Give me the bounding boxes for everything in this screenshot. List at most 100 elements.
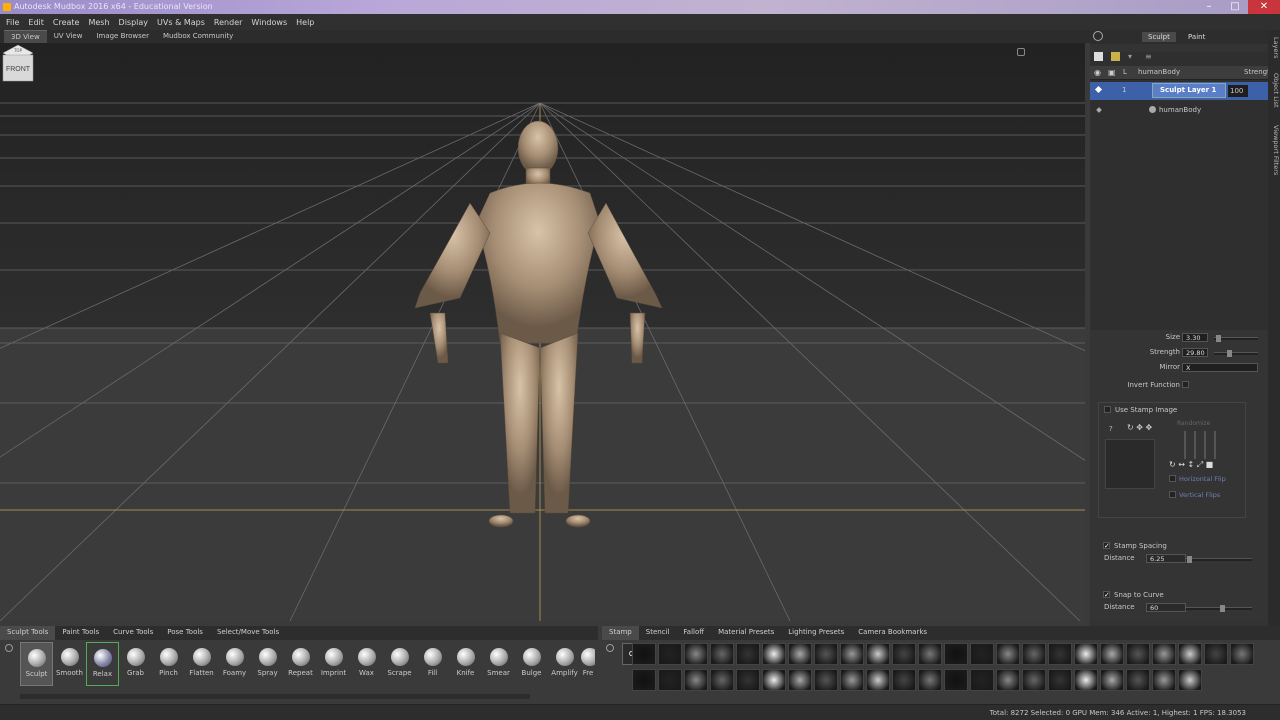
tab-image-browser[interactable]: Image Browser	[89, 30, 156, 43]
tab-uv-view[interactable]: UV View	[47, 30, 90, 43]
tool-smear[interactable]: Smear	[482, 642, 515, 686]
stamp-thumbnail[interactable]	[632, 643, 656, 665]
stamp-thumbnail[interactable]	[892, 643, 916, 665]
view-cube[interactable]: TOP FRONT	[0, 43, 36, 83]
strength-slider[interactable]	[1214, 350, 1258, 357]
tool-imprint[interactable]: Imprint	[317, 642, 350, 686]
folder-icon[interactable]	[1111, 52, 1120, 61]
tab-stencil[interactable]: Stencil	[639, 626, 677, 640]
stamp-thumbnail[interactable]	[710, 643, 734, 665]
tool-sculpt[interactable]: Sculpt	[20, 642, 53, 686]
stamp-thumbnail[interactable]	[684, 643, 708, 665]
stamp-thumbnail[interactable]	[1022, 643, 1046, 665]
tab-pose-tools[interactable]: Pose Tools	[160, 626, 210, 640]
menu-help[interactable]: Help	[296, 18, 314, 27]
menu-windows[interactable]: Windows	[251, 18, 287, 27]
stamp-thumbnail[interactable]	[1178, 669, 1202, 691]
stamp-thumbnail[interactable]	[1100, 643, 1124, 665]
side-tab-layers[interactable]: Layers	[1268, 34, 1280, 62]
layer-options-icon[interactable]: ≡	[1145, 52, 1154, 61]
new-layer-icon[interactable]	[1094, 52, 1103, 61]
minimize-button[interactable]: –	[1196, 0, 1222, 14]
tab-select-move-tools[interactable]: Select/Move Tools	[210, 626, 286, 640]
maximize-button[interactable]: □	[1222, 0, 1248, 14]
tool-amplify[interactable]: Amplify	[548, 642, 581, 686]
stamp-thumbnail[interactable]	[1048, 643, 1072, 665]
stamp-thumbnail[interactable]	[866, 643, 890, 665]
horizontal-flip-checkbox[interactable]	[1169, 475, 1176, 482]
stamp-thumbnail[interactable]	[788, 669, 812, 691]
stamp-thumbnail[interactable]	[1152, 669, 1176, 691]
object-row[interactable]: humanBody	[1090, 102, 1268, 120]
stamp-thumbnail[interactable]	[1178, 643, 1202, 665]
stamp-thumbnail[interactable]	[814, 643, 838, 665]
stamp-spacing-checkbox[interactable]: ✓	[1103, 542, 1110, 550]
stamp-thumbnail[interactable]	[736, 643, 760, 665]
tab-camera-bookmarks[interactable]: Camera Bookmarks	[851, 626, 934, 640]
mirror-select[interactable]: X	[1182, 363, 1258, 372]
tool-flatten[interactable]: Flatten	[185, 642, 218, 686]
menu-edit[interactable]: Edit	[28, 18, 44, 27]
tool-tray-scrollbar[interactable]	[20, 694, 530, 699]
stamp-thumbnail[interactable]	[684, 669, 708, 691]
menu-mesh[interactable]: Mesh	[88, 18, 109, 27]
object-visibility-icon[interactable]	[1096, 107, 1102, 113]
tool-pinch[interactable]: Pinch	[152, 642, 185, 686]
stamp-thumbnail[interactable]	[1074, 669, 1098, 691]
stamp-thumbnail[interactable]	[1126, 669, 1150, 691]
3d-viewport[interactable]: TOP FRONT	[0, 43, 1085, 621]
stamp-thumbnail[interactable]	[996, 669, 1020, 691]
snap-distance-field[interactable]: 60	[1146, 603, 1186, 612]
stamp-thumbnail[interactable]	[658, 669, 682, 691]
stamp-thumbnail[interactable]	[762, 669, 786, 691]
side-tab-object-list[interactable]: Object List	[1268, 70, 1280, 110]
menu-file[interactable]: File	[6, 18, 19, 27]
delete-icon[interactable]: ▾	[1128, 52, 1137, 61]
layer-strength-field[interactable]: 100	[1228, 85, 1248, 97]
stamp-thumbnail[interactable]	[814, 669, 838, 691]
tab-paint-tools[interactable]: Paint Tools	[55, 626, 106, 640]
help-icon[interactable]: ?	[1109, 425, 1113, 433]
tab-sculpt[interactable]: Sculpt	[1142, 32, 1176, 42]
stamp-settings-icon[interactable]	[606, 644, 614, 652]
tab-paint[interactable]: Paint	[1182, 32, 1211, 42]
tool-knife[interactable]: Knife	[449, 642, 482, 686]
stamp-thumbnail[interactable]	[866, 669, 890, 691]
stamp-thumbnail[interactable]	[840, 669, 864, 691]
stamp-preview[interactable]	[1105, 439, 1155, 489]
stamp-thumbnail[interactable]	[658, 643, 682, 665]
tool-repeat[interactable]: Repeat	[284, 642, 317, 686]
tool-scrape[interactable]: Scrape	[383, 642, 416, 686]
menu-render[interactable]: Render	[214, 18, 242, 27]
menu-uvs-maps[interactable]: UVs & Maps	[157, 18, 205, 27]
tab-3d-view[interactable]: 3D View	[4, 30, 47, 43]
stamp-thumbnail[interactable]	[996, 643, 1020, 665]
stamp-thumbnail[interactable]	[710, 669, 734, 691]
tool-grab[interactable]: Grab	[119, 642, 152, 686]
vertical-flip-checkbox[interactable]	[1169, 491, 1176, 498]
tab-lighting-presets[interactable]: Lighting Presets	[781, 626, 851, 640]
stamp-thumbnail[interactable]	[632, 669, 656, 691]
mask-icon[interactable]: ▣	[1108, 68, 1116, 77]
menu-display[interactable]: Display	[119, 18, 149, 27]
stamp-thumbnail[interactable]	[1204, 643, 1228, 665]
stamp-transform-icons[interactable]: ↻ ✥ ✥	[1127, 423, 1152, 432]
tool-wax[interactable]: Wax	[350, 642, 383, 686]
stamp-thumbnail[interactable]	[1048, 669, 1072, 691]
tab-material-presets[interactable]: Material Presets	[711, 626, 781, 640]
tab-sculpt-tools[interactable]: Sculpt Tools	[0, 626, 56, 640]
tool-foamy[interactable]: Foamy	[218, 642, 251, 686]
stamp-distance-slider[interactable]	[1186, 556, 1252, 563]
stamp-thumbnail[interactable]	[892, 669, 916, 691]
invert-function-checkbox[interactable]	[1182, 381, 1189, 388]
tab-falloff[interactable]: Falloff	[676, 626, 711, 640]
tab-curve-tools[interactable]: Curve Tools	[106, 626, 160, 640]
stamp-thumbnail[interactable]	[1230, 643, 1254, 665]
stamp-thumbnail[interactable]	[1152, 643, 1176, 665]
tool-fill[interactable]: Fill	[416, 642, 449, 686]
size-field[interactable]: 3.30	[1182, 333, 1208, 342]
strength-field[interactable]: 29.80	[1182, 348, 1208, 357]
stamp-thumbnail[interactable]	[1074, 643, 1098, 665]
stamp-thumbnail[interactable]	[944, 643, 968, 665]
rotate-icons[interactable]: ↻ ↔ ↕ ⤢ ■	[1169, 460, 1213, 470]
